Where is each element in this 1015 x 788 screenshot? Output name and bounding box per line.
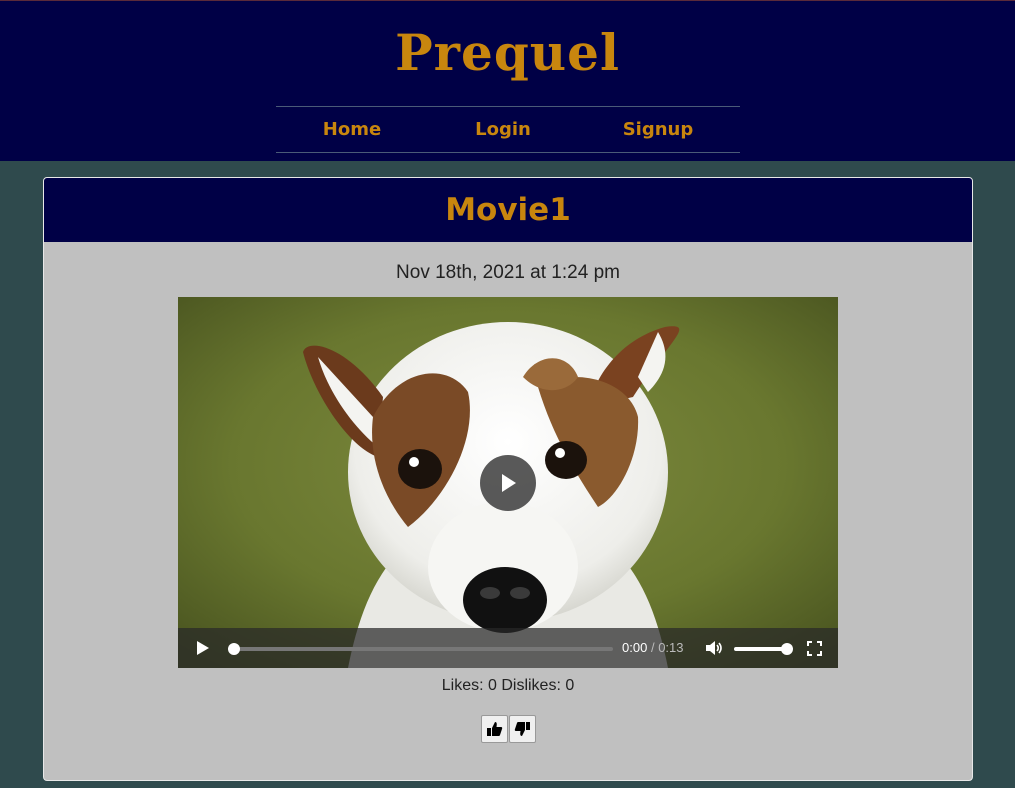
current-time: 0:00 [622,640,648,655]
post-card: Movie1 Nov 18th, 2021 at 1:24 pm 0:00 / … [43,177,973,781]
thumbs-up-icon [487,722,503,736]
play-icon[interactable] [196,640,210,656]
volume-handle[interactable] [781,643,793,655]
dislike-button[interactable] [509,715,536,743]
time-display: 0:00 / 0:13 [622,640,684,655]
thumbs-down-icon [514,722,530,736]
progress-handle[interactable] [228,643,240,655]
play-icon [502,474,516,492]
time-separator: / [650,640,655,655]
video-player[interactable]: 0:00 / 0:13 [178,297,838,668]
post-title: Movie1 [445,192,571,228]
duration: 0:13 [658,640,684,655]
volume-slider[interactable] [734,643,793,655]
site-header: Prequel Home Login Signup [0,0,1015,161]
like-button[interactable] [481,715,508,743]
nav-signup-link[interactable]: Signup [608,107,708,152]
likes-dislikes: Likes: 0 Dislikes: 0 [441,677,575,694]
nav-login-link[interactable]: Login [453,107,553,152]
main-nav: Home Login Signup [276,106,740,153]
progress-bar[interactable] [228,643,613,655]
video-controls: 0:00 / 0:13 [178,628,838,668]
post-card-header: Movie1 [44,178,972,242]
volume-icon[interactable] [705,640,723,656]
fullscreen-icon[interactable] [807,641,822,656]
site-logo[interactable]: Prequel [0,23,1015,83]
big-play-button[interactable] [480,455,536,511]
post-date: Nov 18th, 2021 at 1:24 pm [396,262,620,283]
nav-home-link[interactable]: Home [302,107,402,152]
